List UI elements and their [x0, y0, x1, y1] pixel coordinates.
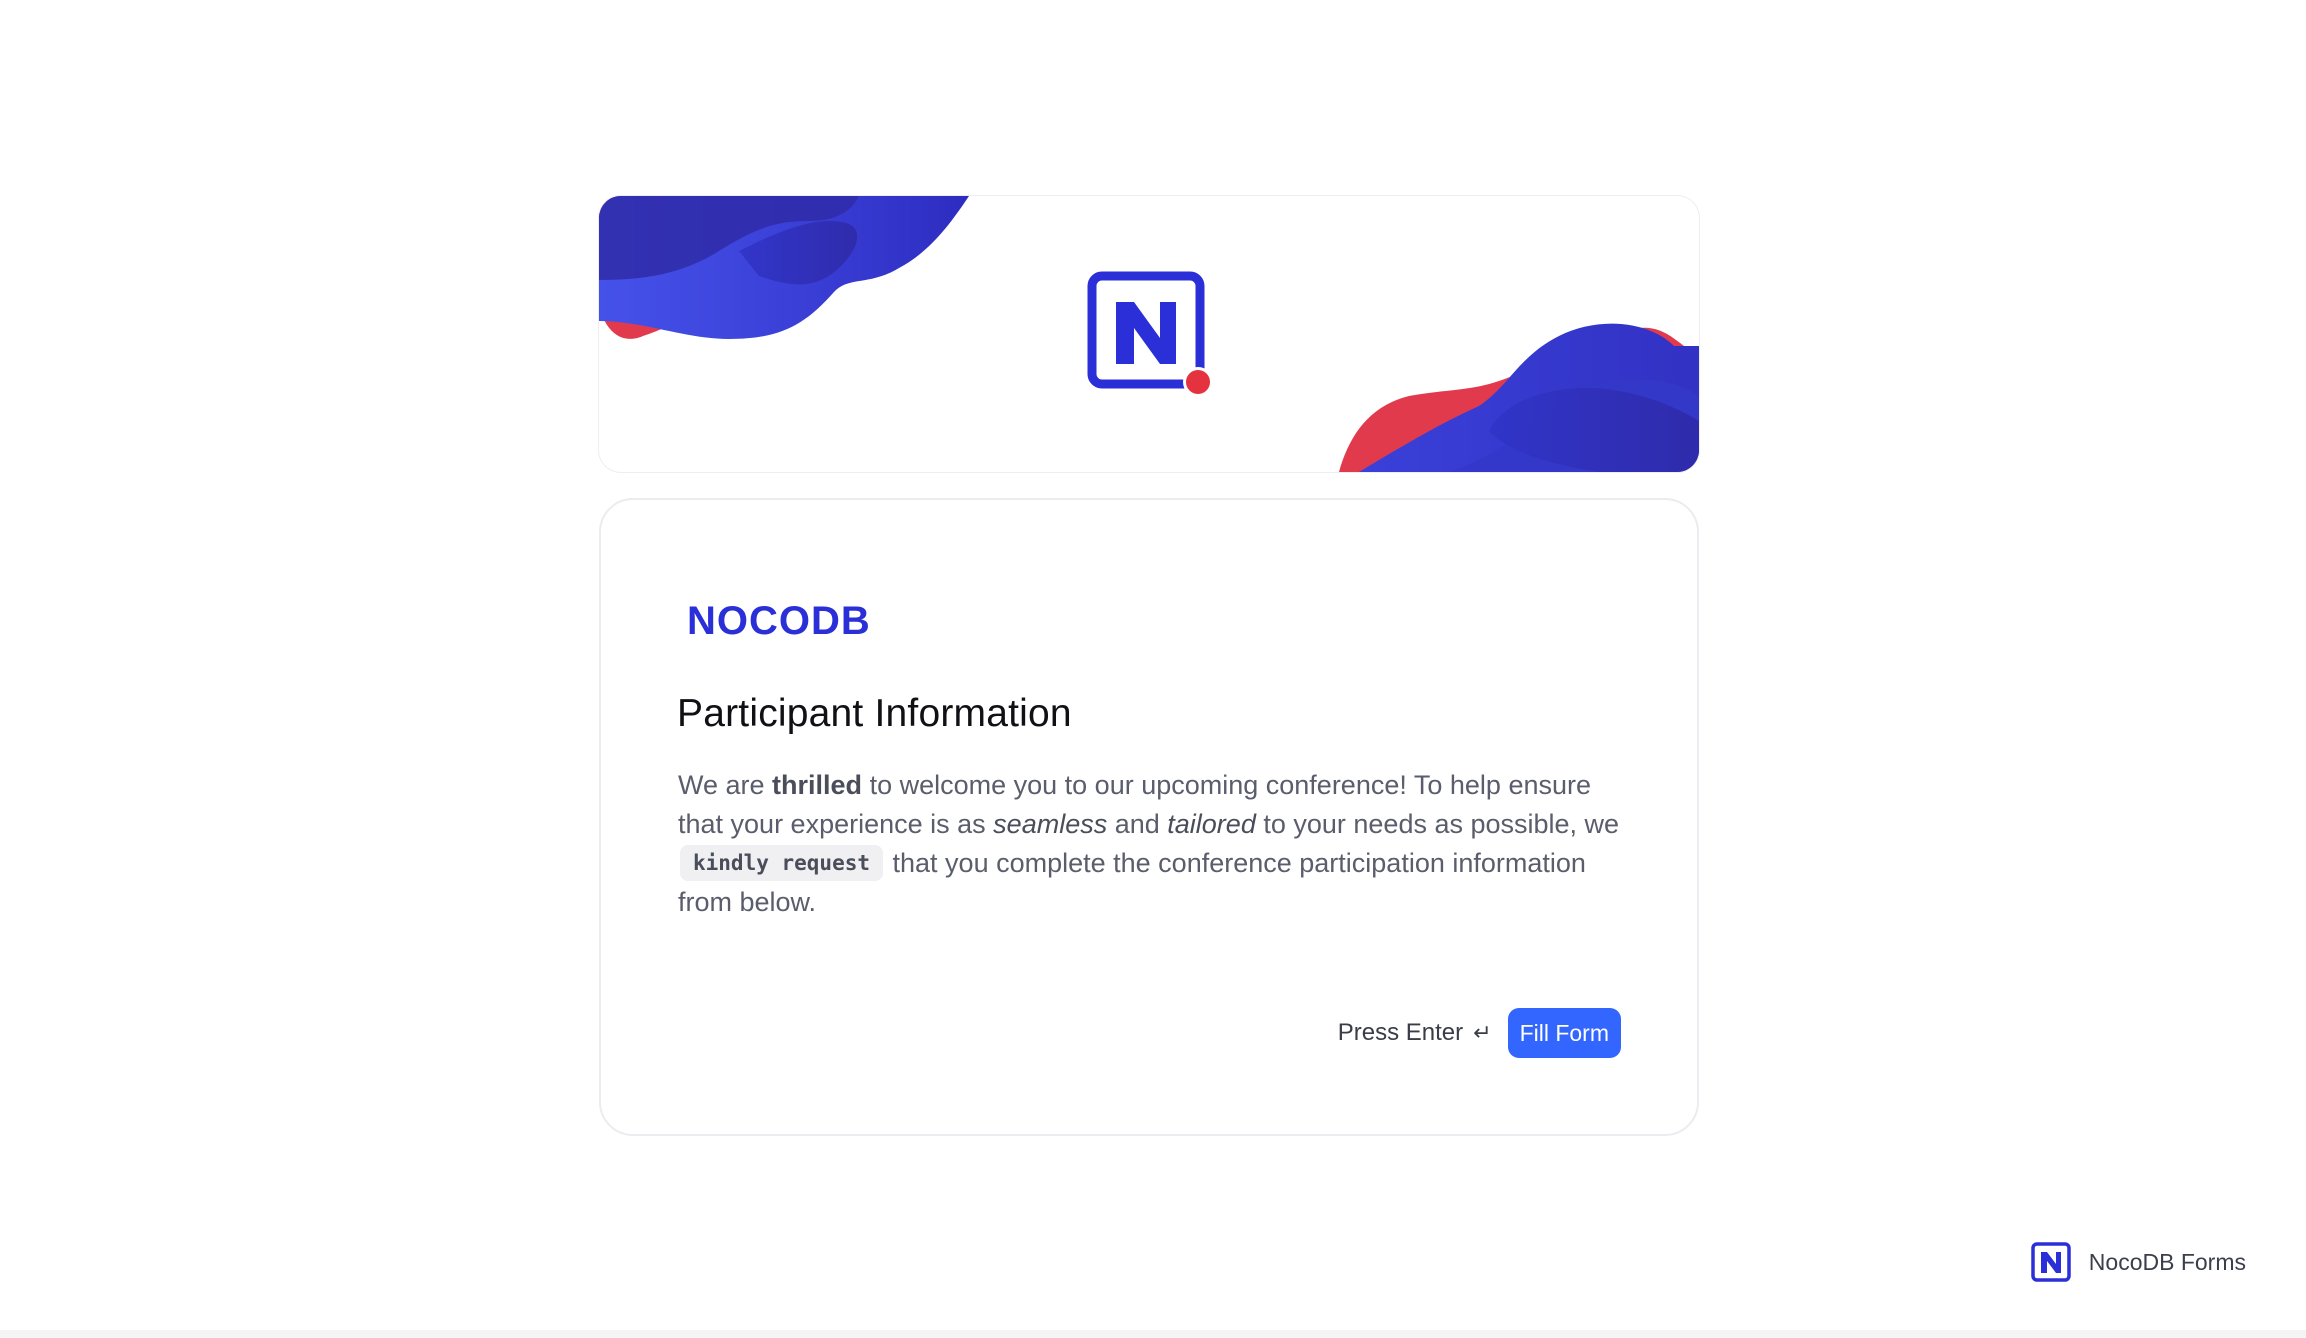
nocodb-wordmark-logo: NOCODB: [687, 599, 871, 643]
page: NOCODB Participant Information We are th…: [0, 0, 2306, 1338]
form-intro-card: NOCODB Participant Information We are th…: [599, 498, 1699, 1136]
nocodb-icon: [1087, 271, 1213, 397]
press-enter-label: Press Enter: [1337, 1019, 1464, 1046]
description-text: and: [1107, 809, 1168, 839]
enter-key-icon: ↵: [1473, 1020, 1492, 1045]
footer-brand-label: NocoDB Forms: [2088, 1248, 2246, 1275]
description-text: to your needs as possible, we: [1255, 809, 1620, 839]
form-actions: Press Enter ↵ Fill Form: [1338, 1008, 1621, 1058]
description-italic-text: seamless: [993, 809, 1108, 839]
description-code-chip: kindly request: [680, 845, 884, 881]
nocodb-icon: [2031, 1242, 2071, 1282]
fill-form-button[interactable]: Fill Form: [1507, 1008, 1621, 1058]
description-bold-text: thrilled: [772, 770, 863, 800]
description-italic-text: tailored: [1167, 809, 1256, 839]
page-bottom-strip: [0, 1330, 2306, 1338]
form-title: Participant Information: [677, 692, 1072, 735]
description-text: We are: [678, 770, 773, 800]
form-description: We are thrilled to welcome you to our up…: [678, 766, 1638, 922]
footer-brand-link[interactable]: NocoDB Forms: [2031, 1242, 2246, 1282]
banner-art: [599, 196, 1699, 472]
form-banner: [599, 196, 1699, 472]
brand-logo-text: NOCODB: [687, 599, 871, 642]
brand-logo: NOCODB: [687, 598, 887, 647]
press-enter-hint: Press Enter ↵: [1338, 1019, 1492, 1047]
